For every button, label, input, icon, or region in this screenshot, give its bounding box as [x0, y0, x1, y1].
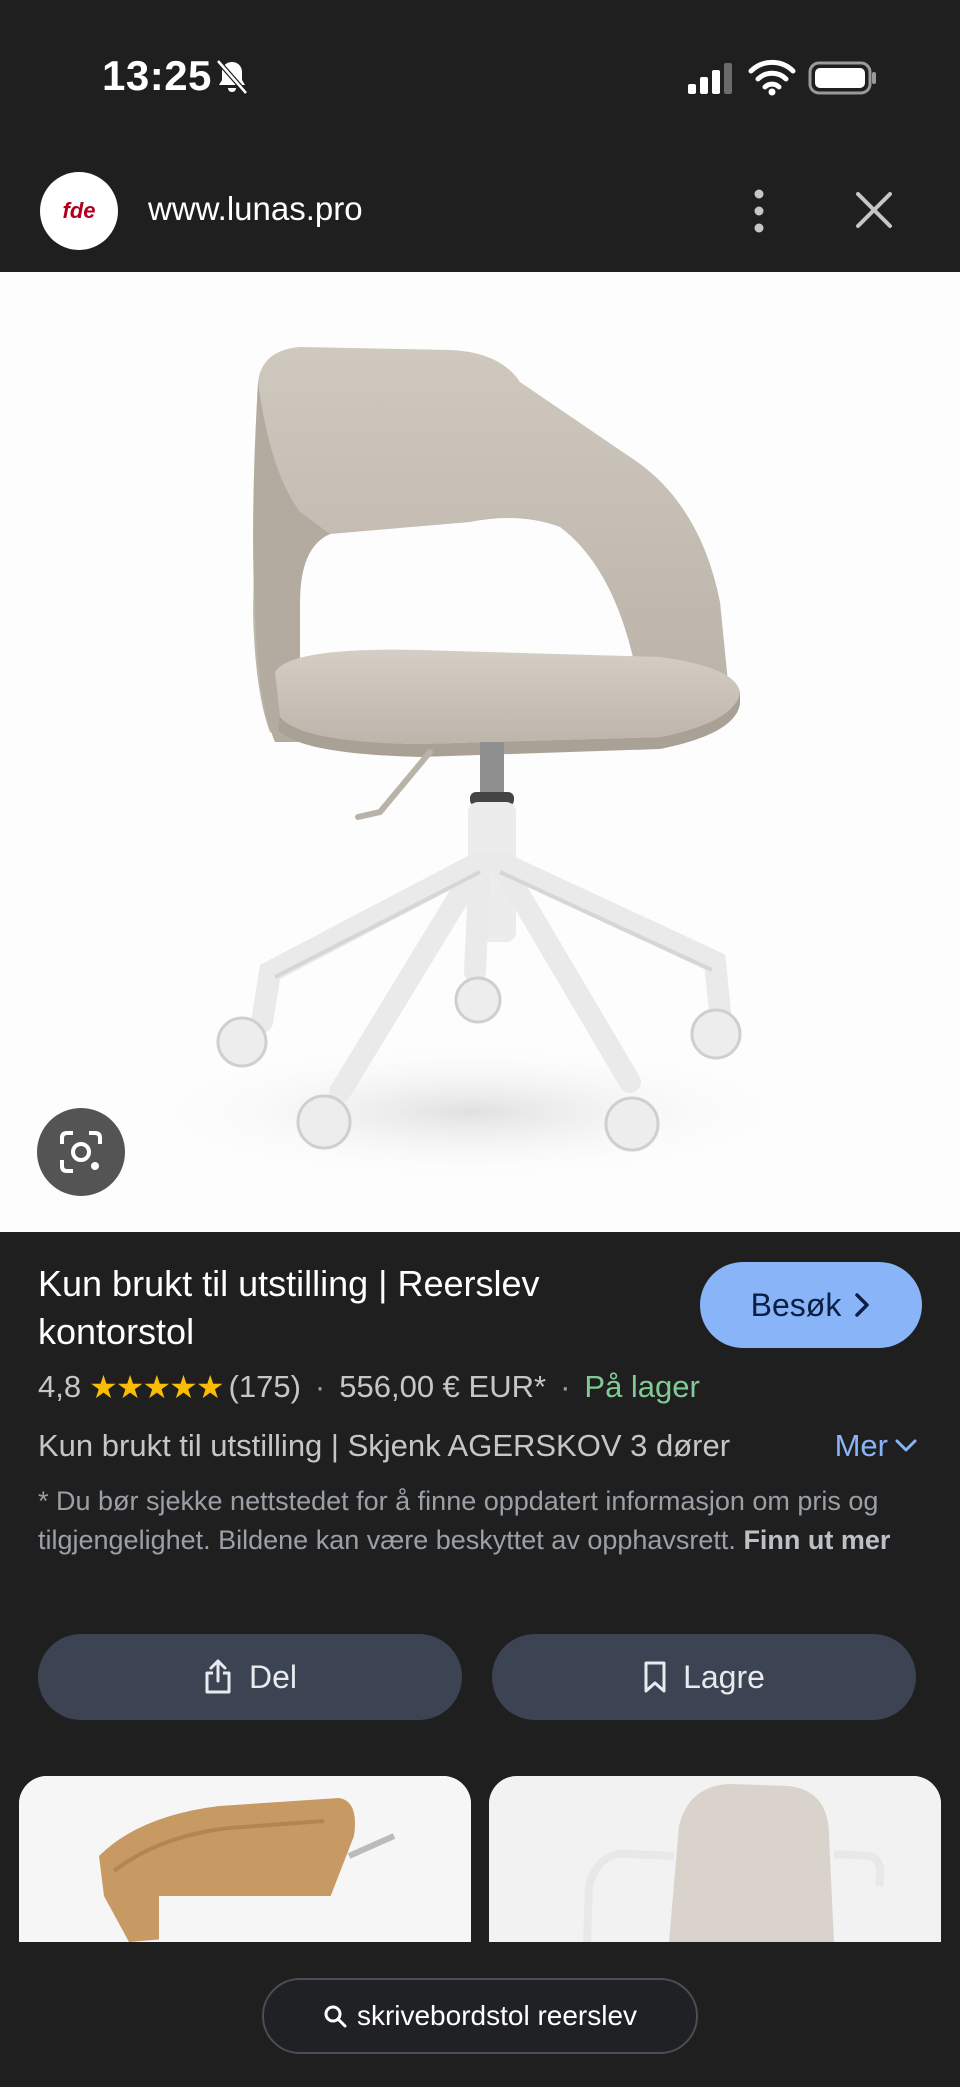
site-logo[interactable]: fde: [40, 172, 118, 250]
separator-dot: ·: [314, 1369, 326, 1404]
site-url[interactable]: www.lunas.pro: [148, 190, 363, 228]
chevron-down-icon: [895, 1439, 917, 1452]
bell-slash-icon: [216, 59, 248, 95]
search-icon: [324, 2005, 347, 2028]
disclaimer: * Du bør sjekke nettstedet for å finne o…: [38, 1482, 918, 1560]
related-product-thumbnail[interactable]: [19, 1776, 471, 1942]
search-query: skrivebordstol reerslev: [356, 2000, 638, 2031]
lens-icon: [60, 1131, 102, 1173]
battery-icon: [808, 61, 876, 95]
visit-button-label: Besøk: [750, 1286, 842, 1323]
site-logo-text: fde: [62, 198, 96, 223]
chevron-right-icon: [855, 1293, 870, 1317]
save-button[interactable]: Lagre: [492, 1634, 916, 1720]
product-info: Kun brukt til utstilling | Reerslev kont…: [0, 1232, 960, 1942]
fabric-chair-illustration: [489, 1776, 941, 1942]
status-bar: 13:25: [0, 0, 960, 150]
bottom-bar: skrivebordstol reerslev: [0, 1948, 960, 2087]
more-label: Mer: [834, 1428, 888, 1463]
star-rating-icon: ★★★★★: [89, 1369, 224, 1405]
rating-row: 4,8 ★★★★★ (175) · 556,00 € EUR* · På lag…: [38, 1368, 700, 1406]
share-button[interactable]: Del: [38, 1634, 462, 1720]
related-product-thumbnail[interactable]: [489, 1776, 941, 1942]
kebab-menu-icon[interactable]: [744, 186, 774, 236]
status-time: 13:25: [102, 52, 212, 99]
price: 556,00 € EUR*: [339, 1369, 547, 1404]
wifi-icon: [748, 59, 796, 96]
office-chair-illustration: [140, 347, 800, 1182]
share-icon: [205, 1659, 231, 1694]
bookmark-icon: [644, 1661, 666, 1693]
rating-value: 4,8: [38, 1369, 82, 1404]
browser-toolbar: fde www.lunas.pro: [0, 150, 960, 272]
wooden-chair-illustration: [19, 1776, 471, 1942]
product-description: Kun brukt til utstilling | Skjenk AGERSK…: [38, 1428, 731, 1463]
save-label: Lagre: [683, 1658, 765, 1695]
learn-more-link[interactable]: Finn ut mer: [743, 1525, 890, 1555]
product-title[interactable]: Kun brukt til utstilling | Reerslev kont…: [38, 1260, 678, 1356]
more-button[interactable]: Mer: [835, 1428, 918, 1464]
search-query-pill[interactable]: skrivebordstol reerslev: [262, 1978, 698, 2054]
stock-status: På lager: [584, 1369, 700, 1404]
review-count: (175): [228, 1369, 301, 1404]
lens-button[interactable]: [37, 1108, 125, 1196]
close-icon[interactable]: [852, 188, 896, 232]
separator-dot: ·: [560, 1369, 571, 1404]
visit-button[interactable]: Besøk: [700, 1262, 922, 1348]
signal-icon: [688, 63, 732, 94]
description-row: Kun brukt til utstilling | Skjenk AGERSK…: [38, 1428, 918, 1464]
product-image[interactable]: [0, 272, 960, 1232]
share-label: Del: [248, 1658, 297, 1695]
